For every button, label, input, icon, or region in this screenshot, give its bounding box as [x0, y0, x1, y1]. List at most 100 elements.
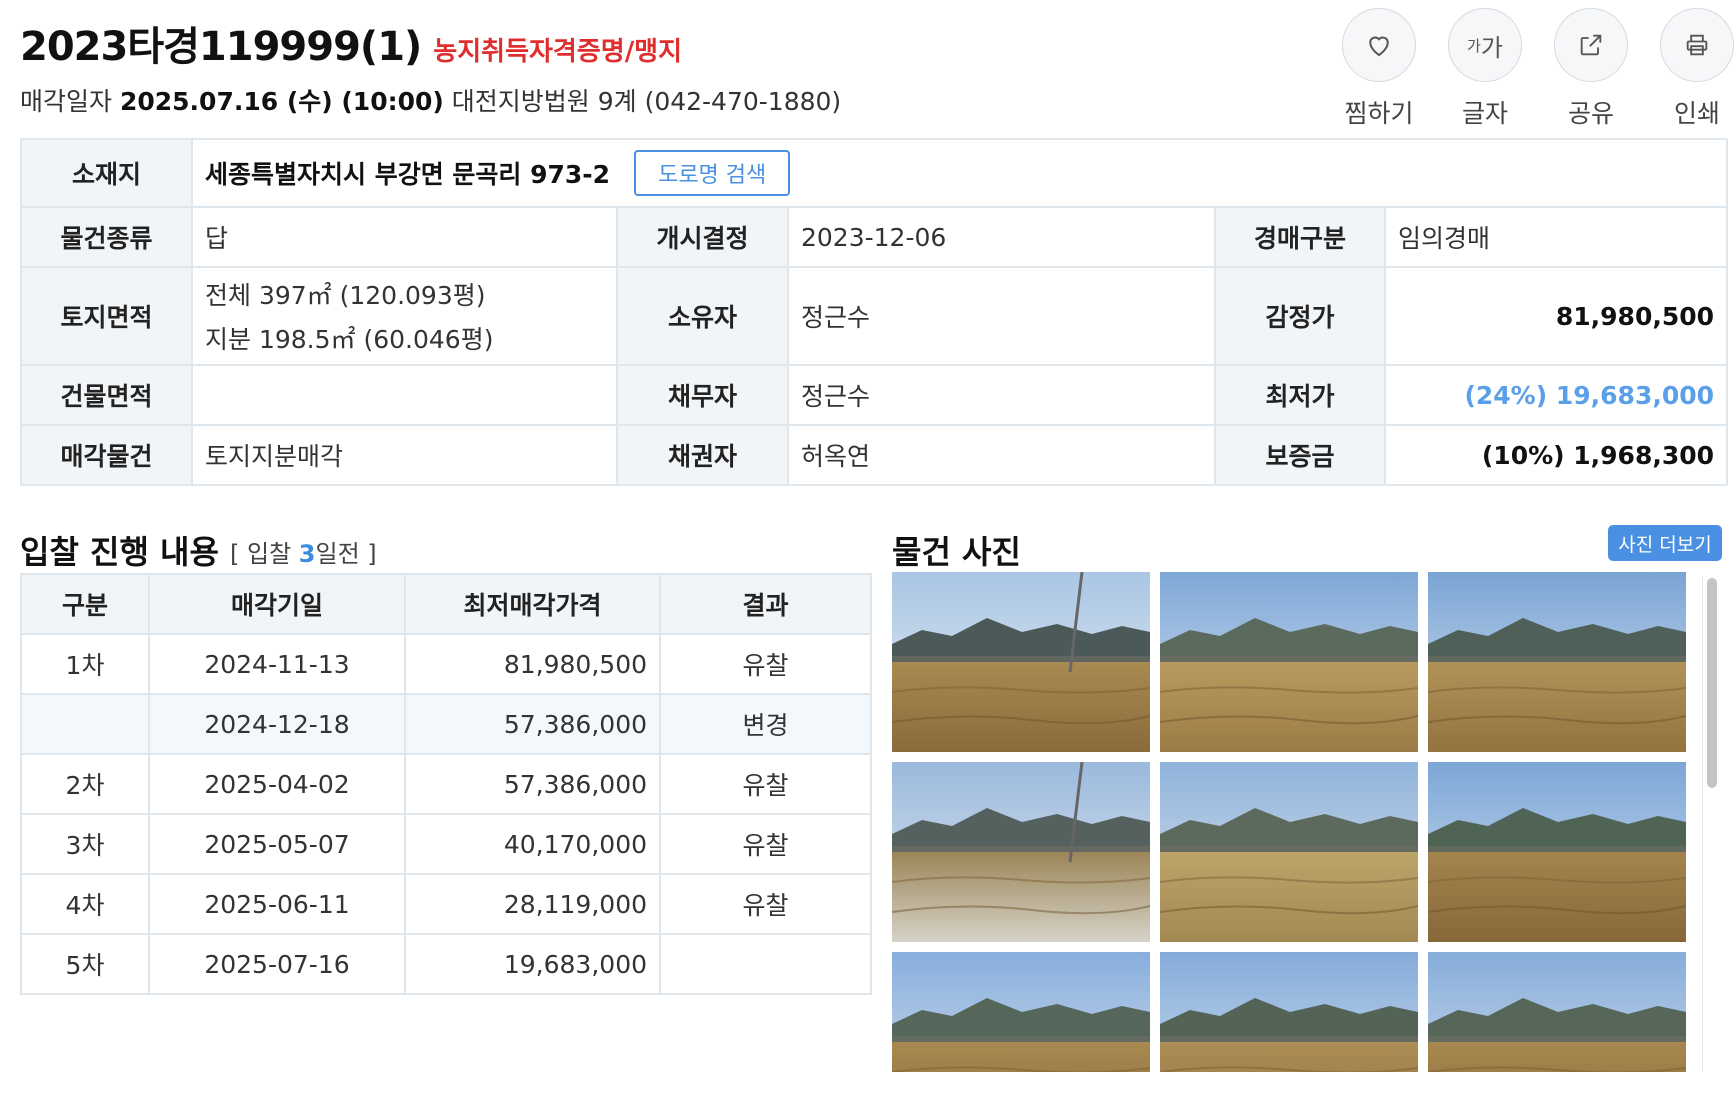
info-key: 개시결정 [616, 206, 789, 268]
sale-date: 2025-04-02 [148, 753, 406, 815]
table-row: 5차 2025-07-16 19,683,000 [20, 933, 872, 995]
share-icon [1554, 8, 1628, 82]
info-key: 매각물건 [20, 424, 193, 486]
photo-scrollbar[interactable] [1702, 576, 1720, 1072]
property-photo[interactable] [1160, 572, 1418, 752]
landscape-image [1160, 762, 1418, 942]
property-info-table: 소재지 세종특별자치시 부강면 문곡리 973-2 도로명 검색 물건종류 답 … [20, 138, 1729, 486]
favorite-button[interactable]: 찜하기 [1342, 8, 1416, 130]
landscape-image [1428, 952, 1686, 1072]
more-photos-button[interactable]: 사진 더보기 [1608, 525, 1722, 561]
column-header: 결과 [659, 573, 872, 635]
result: 유찰 [659, 813, 872, 875]
font-size-glyph-large: 가 [1480, 33, 1503, 62]
sale-date: 2025-07-16 [148, 933, 406, 995]
land-area-cell: 전체 397㎡ (120.093평) 지분 198.5㎡ (60.046평) [191, 266, 618, 366]
round: 3차 [20, 813, 150, 875]
table-row: 2차 2025-04-02 57,386,000 유찰 [20, 753, 872, 815]
heart-icon [1342, 8, 1416, 82]
column-header: 최저매각가격 [404, 573, 661, 635]
min-price: 40,170,000 [404, 813, 661, 875]
property-photo[interactable] [1160, 952, 1418, 1072]
info-row-location: 소재지 세종특별자치시 부강면 문곡리 973-2 도로명 검색 [20, 138, 1729, 208]
info-row: 건물면적 채무자 정근수 최저가 (24%) 19,683,000 [20, 364, 1729, 426]
road-name-search-button[interactable]: 도로명 검색 [634, 150, 791, 196]
info-value [191, 364, 618, 426]
appraisal-price: 81,980,500 [1383, 266, 1729, 366]
property-photo[interactable] [1160, 762, 1418, 942]
info-key: 토지면적 [20, 266, 193, 366]
column-header: 구분 [20, 573, 150, 635]
case-header: 2023타경119999(1) 농지취득자격증명/맹지 매각일자 2025.07… [20, 14, 841, 118]
round: 1차 [20, 633, 150, 695]
round [20, 693, 150, 755]
property-photo[interactable] [1428, 762, 1686, 942]
bid-section-title: 입찰 진행 내용 [20, 533, 219, 571]
bid-history-table: 구분 매각기일 최저매각가격 결과 1차 2024-11-13 81,980,5… [20, 573, 872, 995]
font-size-icon: 가가 [1448, 8, 1522, 82]
result: 변경 [659, 693, 872, 755]
result: 유찰 [659, 873, 872, 935]
info-key: 경매구분 [1214, 206, 1386, 268]
landscape-image [892, 572, 1150, 752]
sale-datetime: 2025.07.16 (수) (10:00) [119, 87, 444, 116]
info-key: 소유자 [616, 266, 789, 366]
round: 5차 [20, 933, 150, 995]
print-button[interactable]: 인쇄 [1660, 8, 1734, 130]
info-row: 매각물건 토지지분매각 채권자 허옥연 보증금 (10%) 1,968,300 [20, 424, 1729, 486]
info-value: 임의경매 [1383, 206, 1729, 268]
landscape-image [1160, 952, 1418, 1072]
table-row: 3차 2025-05-07 40,170,000 유찰 [20, 813, 872, 875]
min-price: 28,119,000 [404, 873, 661, 935]
case-number: 2023타경119999(1) [20, 24, 422, 70]
round: 2차 [20, 753, 150, 815]
info-key: 채권자 [616, 424, 789, 486]
share-label: 공유 [1567, 99, 1614, 128]
table-row: 2024-12-18 57,386,000 변경 [20, 693, 872, 755]
info-row: 물건종류 답 개시결정 2023-12-06 경매구분 임의경매 [20, 206, 1729, 268]
landscape-image [1160, 572, 1418, 752]
location-cell: 세종특별자치시 부강면 문곡리 973-2 도로명 검색 [190, 138, 1729, 208]
info-value: 토지지분매각 [191, 424, 618, 486]
info-key: 감정가 [1214, 266, 1386, 366]
minimum-price: (24%) 19,683,000 [1383, 364, 1729, 426]
action-bar: 찜하기 가가 글자 공유 인쇄 [1342, 8, 1734, 130]
table-row: 1차 2024-11-13 81,980,500 유찰 [20, 633, 872, 695]
info-key: 소재지 [20, 138, 193, 208]
result: 유찰 [659, 753, 872, 815]
sale-date: 2024-11-13 [148, 633, 406, 695]
info-value: 허옥연 [787, 424, 1216, 486]
share-button[interactable]: 공유 [1554, 8, 1628, 130]
bid-countdown-close: 일전 ] [315, 540, 377, 568]
address: 세종특별자치시 부강면 문곡리 973-2 [205, 160, 611, 189]
landscape-image [1428, 762, 1686, 942]
info-key: 채무자 [616, 364, 789, 426]
sale-prefix: 매각일자 [20, 87, 113, 116]
property-photo[interactable] [1428, 572, 1686, 752]
font-size-button[interactable]: 가가 글자 [1448, 8, 1522, 130]
min-price: 81,980,500 [404, 633, 661, 695]
info-row: 토지면적 전체 397㎡ (120.093평) 지분 198.5㎡ (60.04… [20, 266, 1729, 366]
deposit: (10%) 1,968,300 [1383, 424, 1729, 486]
info-value: 답 [191, 206, 618, 268]
property-photo[interactable] [1428, 952, 1686, 1072]
property-photo[interactable] [892, 952, 1150, 1072]
info-key: 최저가 [1214, 364, 1386, 426]
info-value: 2023-12-06 [787, 206, 1216, 268]
bid-countdown: [ 입찰 3일전 ] [230, 534, 377, 569]
print-label: 인쇄 [1673, 99, 1720, 128]
case-title-row: 2023타경119999(1) 농지취득자격증명/맹지 [20, 14, 841, 72]
property-photo[interactable] [892, 572, 1150, 752]
bid-header-row: 구분 매각기일 최저매각가격 결과 [20, 573, 872, 635]
scrollbar-thumb[interactable] [1707, 578, 1717, 788]
sale-date: 2024-12-18 [148, 693, 406, 755]
property-photo[interactable] [892, 762, 1150, 942]
sale-info: 매각일자 2025.07.16 (수) (10:00) 대전지방법원 9계 (0… [20, 82, 841, 118]
info-value: 정근수 [787, 364, 1216, 426]
bid-countdown-open: [ 입찰 [230, 540, 299, 568]
court-info: 대전지방법원 9계 (042-470-1880) [451, 87, 842, 116]
land-area-share: 지분 198.5㎡ (60.046평) [205, 325, 494, 354]
landscape-image [1428, 572, 1686, 752]
landscape-image [892, 952, 1150, 1072]
info-value: 정근수 [787, 266, 1216, 366]
